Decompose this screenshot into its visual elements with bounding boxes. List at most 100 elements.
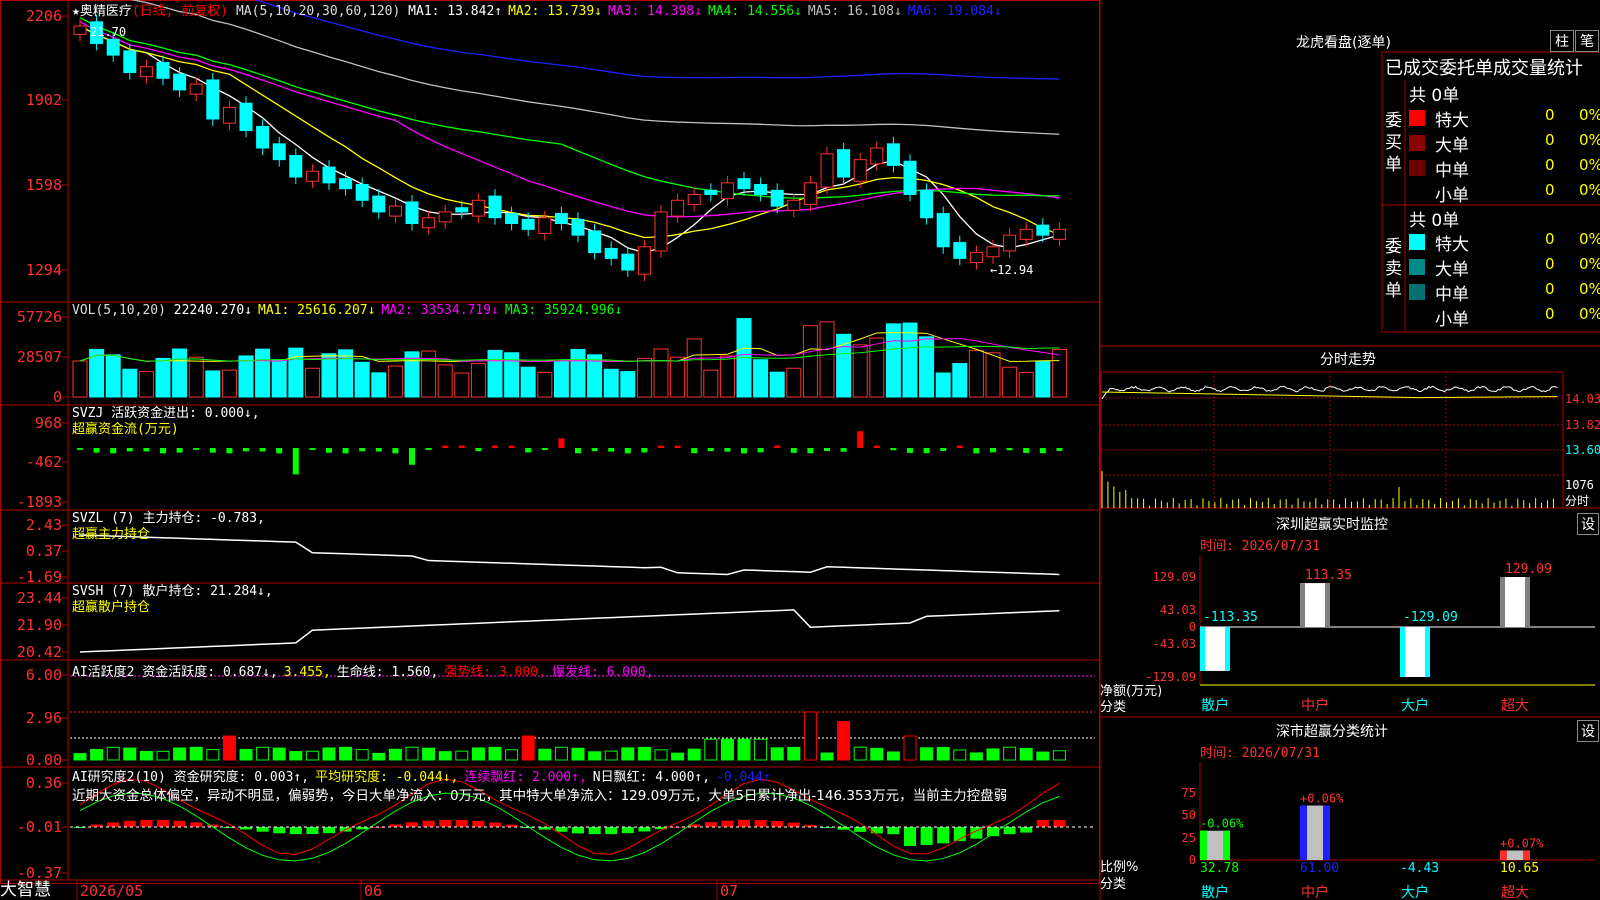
fund-flow-bar [77, 448, 83, 450]
volume-bar [986, 353, 1000, 397]
svzj-line2: 超赢资金流(万元) [72, 422, 260, 438]
row-name: 中单 [1435, 280, 1469, 305]
research-bar [257, 827, 269, 832]
fund-flow-bar [475, 448, 481, 451]
candle-body [323, 167, 335, 183]
stats-title: 已成交委托单成交量统计 [1385, 54, 1583, 80]
vol-params: VOL(5,10,20) [72, 303, 166, 318]
row-count: 0 [1545, 280, 1555, 298]
brand-logo[interactable]: 大智慧 [0, 880, 68, 900]
activity-bar [273, 748, 285, 760]
activity-bar [522, 736, 534, 760]
activity-bar [472, 748, 484, 760]
intraday-title[interactable]: 分时走势 [1320, 349, 1376, 369]
volume-bar [173, 349, 187, 397]
fund-flow-bar [957, 446, 963, 448]
candle-body [140, 67, 152, 77]
class-category: 超大 [1501, 885, 1529, 900]
svzl-header: SVZL (7) 主力持仓: -0.783, 超赢主力持仓 [72, 511, 265, 543]
activity-bar [871, 748, 883, 760]
class-bar-pct: -0.06% [1200, 817, 1244, 831]
research-bar [987, 827, 999, 836]
candle-body [771, 190, 783, 206]
activity-bar [406, 747, 418, 760]
stock-chart-window[interactable]: 2206 1902 1598 1294 57726 28507 0 968 -462 -1893 2… [0, 0, 1600, 900]
candle-body [257, 126, 269, 148]
axis-tick-label: 0.36 [26, 774, 62, 792]
fund-flow-bar [1056, 448, 1062, 451]
candle-body [273, 144, 285, 160]
monitor-settings-button[interactable]: 设 [1577, 513, 1599, 535]
activity-bar [124, 748, 136, 760]
monitor-axis-label: -43.03 [1153, 637, 1196, 651]
research-bar [1037, 820, 1049, 827]
fund-flow-bar [691, 448, 697, 453]
research-bar [290, 827, 302, 834]
buy-row: 中单00% [1409, 156, 1600, 181]
volume-bar [920, 337, 934, 397]
axis-tick-label: 20.42 [17, 643, 62, 661]
class-settings-button[interactable]: 设 [1577, 720, 1599, 742]
activity-value-2: 生命线: 1.560, [337, 665, 439, 680]
activity-bar [622, 748, 634, 760]
research-bar [738, 820, 750, 827]
activity-bar [373, 753, 385, 760]
volume-bar [1036, 361, 1050, 397]
sell-row: 中单00% [1409, 280, 1600, 305]
research-bar [174, 821, 186, 827]
candle-body [472, 200, 484, 216]
sell-label: 委卖单 [1385, 236, 1403, 302]
price-axis: 220619021598129457726285070968-462-18932… [17, 7, 738, 900]
research-bar [921, 827, 933, 845]
monitor-bar-edge [1500, 577, 1505, 627]
stock-mode[interactable]: (日线, 前复权) [132, 4, 228, 19]
fund-flow-bar [973, 448, 979, 453]
retail-holding-line [80, 610, 1059, 652]
candle-body [987, 247, 999, 257]
class-cls-label: 分类 [1100, 873, 1126, 892]
volume-bar [438, 365, 452, 397]
research-value-3: N日飘红: 4.000↑, [593, 770, 710, 785]
fund-flow-bar [143, 448, 149, 451]
candle-body [838, 150, 850, 177]
candle-body [804, 183, 816, 205]
tab-tick-view[interactable]: 笔 [1575, 30, 1599, 52]
volume-bar [820, 322, 834, 397]
volume-bar [455, 373, 469, 397]
monitor-category: 大户 [1401, 697, 1429, 714]
class-axis-label: 75 [1182, 786, 1196, 800]
tab-bar-view[interactable]: 柱 [1550, 30, 1574, 52]
monitor-axis-label: 43.03 [1160, 603, 1196, 617]
svzj-line1: SVZJ 活跃资金进出: 0.000↓, [72, 406, 260, 422]
fund-flow-bar [708, 448, 714, 451]
candle-body [1020, 229, 1032, 239]
class-category: 大户 [1401, 884, 1429, 900]
research-bar [871, 827, 883, 833]
activity-bar [605, 751, 617, 760]
fund-flow-bar [542, 448, 548, 450]
activity-bar [589, 752, 601, 760]
candle-body [373, 196, 385, 212]
activity-bar [987, 749, 999, 760]
research-value-0: AI研究度2(10) 资金研究度: 0.003↑, [72, 770, 309, 785]
ma-value-3: MA4: 14.556↓ [708, 4, 802, 19]
fund-flow-bar [940, 448, 946, 451]
stock-name[interactable]: ★奥精医疗 [72, 4, 132, 19]
fund-flow-bar [907, 448, 913, 453]
class-bar-edge [1323, 806, 1330, 860]
fund-flow-bar [326, 448, 332, 453]
color-swatch [1409, 135, 1425, 151]
candle-body [589, 231, 601, 253]
fund-flow-bar [558, 438, 564, 448]
candle-body [389, 206, 401, 216]
volume-bar [538, 373, 552, 397]
row-count: 0 [1545, 255, 1555, 273]
row-name: 大单 [1435, 255, 1469, 280]
row-count: 0 [1545, 230, 1555, 248]
intraday-frame [1101, 372, 1563, 508]
volume-bar [1019, 373, 1033, 397]
fund-flow-bar [890, 448, 896, 450]
research-bar [788, 823, 800, 827]
monitor-bar-edge [1425, 627, 1430, 677]
fund-flow-bar [592, 448, 598, 451]
